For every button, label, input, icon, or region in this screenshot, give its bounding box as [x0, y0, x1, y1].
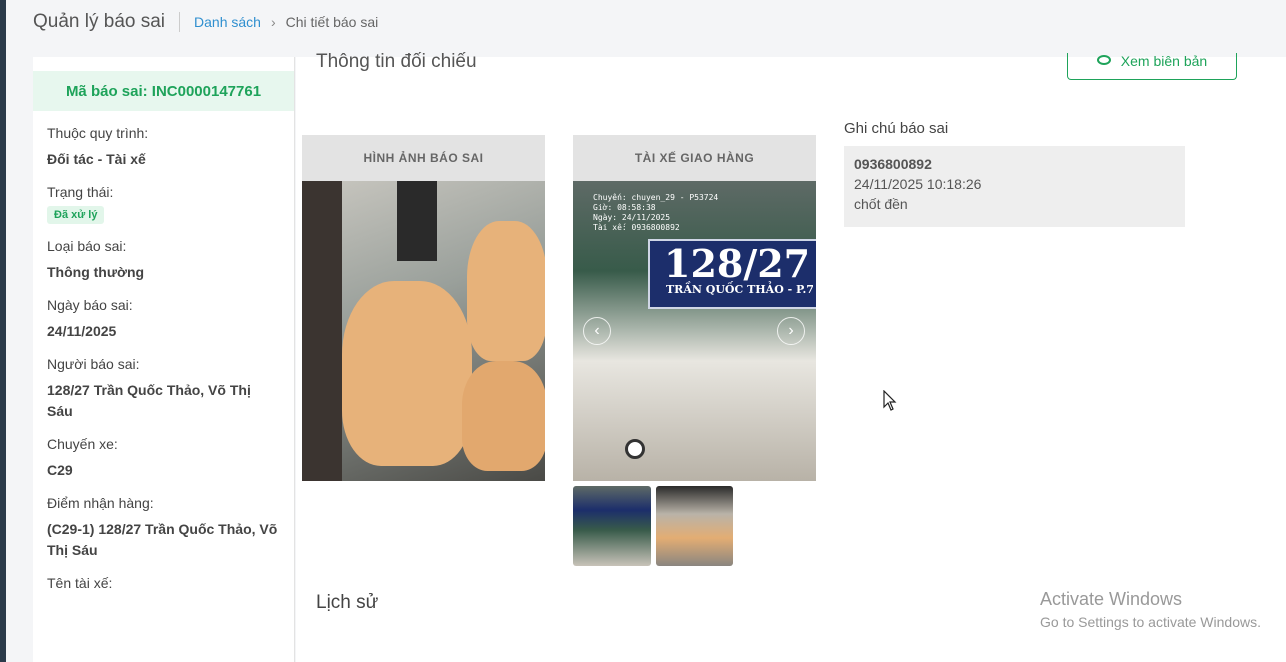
address-sign: 128/27 TRẦN QUỐC THẢO - P.7: [648, 239, 816, 309]
header-divider: [179, 12, 181, 32]
page-header: Quản lý báo sai Danh sách › Chi tiết báo…: [6, 0, 1286, 44]
thumbnail-reported[interactable]: [656, 486, 733, 566]
field-label-date: Ngày báo sai:: [47, 297, 133, 313]
person-legs: [397, 181, 437, 261]
view-report-label: Xem biên bản: [1120, 53, 1208, 69]
field-label-type: Loại báo sai:: [47, 238, 127, 254]
field-value-reporter: 128/27 Trần Quốc Thảo, Võ Thị Sáu: [47, 382, 251, 419]
status-badge: Đã xử lý: [47, 206, 105, 224]
history-title: Lịch sử: [316, 592, 379, 613]
page-title: Quản lý báo sai: [33, 11, 166, 32]
report-code: Mã báo sai: INC0000147761: [33, 71, 294, 111]
chevron-right-icon[interactable]: ›: [777, 317, 805, 345]
main-content: Thông tin đối chiếu Xem biên bản HÌNH ẢN…: [296, 51, 1286, 662]
field-value-pickup: (C29-1) 128/27 Trần Quốc Thảo, Võ Thị Sá…: [47, 521, 278, 558]
field-label-trip: Chuyến xe:: [47, 436, 118, 452]
view-report-button[interactable]: Xem biên bản: [1067, 53, 1237, 80]
reported-image-card: HÌNH ẢNH BÁO SAI: [302, 135, 545, 481]
field-value-trip: C29: [47, 462, 73, 478]
field-label-pickup: Điểm nhận hàng:: [47, 495, 154, 511]
chevron-left-icon[interactable]: ‹: [583, 317, 611, 345]
breadcrumb-list-link[interactable]: Danh sách: [194, 14, 261, 30]
chevron-right-icon: ›: [270, 14, 276, 30]
field-label-status: Trạng thái:: [47, 184, 114, 200]
windows-watermark: Activate Windows Go to Settings to activ…: [1040, 589, 1261, 630]
note-text: chốt đền: [854, 196, 908, 212]
breadcrumb-current: Chi tiết báo sai: [285, 14, 379, 30]
clock-shape: [625, 439, 645, 459]
mouse-cursor-icon: [883, 390, 897, 411]
bag-shape: [342, 281, 472, 466]
reported-image-header: HÌNH ẢNH BÁO SAI: [302, 135, 545, 181]
thumbnail-driver[interactable]: [573, 486, 651, 566]
field-label-driver: Tên tài xế:: [47, 575, 113, 591]
field-label-reporter: Người báo sai:: [47, 356, 140, 372]
field-value-process: Đối tác - Tài xế: [47, 151, 146, 167]
driver-image-card: TÀI XẾ GIAO HÀNG Chuyến: chuyen_29 - P53…: [573, 135, 816, 481]
photo-stamp: Chuyến: chuyen_29 - P53724 Giờ: 08:58:38…: [593, 193, 719, 232]
eye-icon: [1096, 55, 1111, 65]
note-title: Ghi chú báo sai: [844, 120, 949, 137]
note-phone: 0936800892: [854, 156, 932, 172]
field-value-type: Thông thường: [47, 264, 145, 280]
field-value-date: 24/11/2025: [47, 323, 117, 339]
left-rail: [0, 0, 6, 662]
field-label-process: Thuộc quy trình:: [47, 125, 149, 141]
bag-shape: [467, 221, 545, 361]
note-time: 24/11/2025 10:18:26: [854, 176, 982, 192]
driver-image-header: TÀI XẾ GIAO HÀNG: [573, 135, 816, 181]
section-title-comparison: Thông tin đối chiếu: [316, 51, 477, 72]
door-frame: [302, 181, 342, 481]
reported-photo[interactable]: [302, 181, 545, 481]
bag-shape: [462, 361, 545, 471]
driver-photo[interactable]: Chuyến: chuyen_29 - P53724 Giờ: 08:58:38…: [573, 181, 816, 481]
report-info-panel: Mã báo sai: INC0000147761 Thuộc quy trìn…: [33, 57, 295, 662]
note-box: 0936800892 24/11/2025 10:18:26 chốt đền: [844, 146, 1185, 227]
